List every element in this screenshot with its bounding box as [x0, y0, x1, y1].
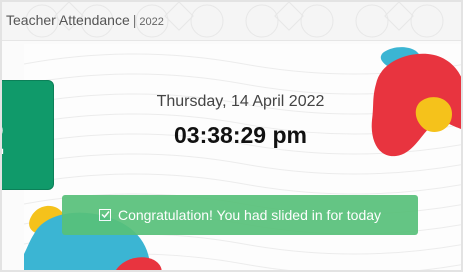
checkbox-icon: [98, 209, 111, 221]
alert-message: Congratulation! You had slided in for to…: [117, 207, 382, 223]
page-title: Teacher Attendance | 2022: [6, 12, 164, 28]
title-separator: |: [132, 12, 137, 28]
app-window: Teacher Attendance | 2022 Thursday, 14 A…: [0, 0, 463, 272]
decorative-blobs: [24, 47, 461, 270]
title-text: Teacher Attendance: [6, 12, 130, 28]
step-number: 2: [2, 111, 23, 165]
header-bar: Teacher Attendance | 2022: [2, 2, 461, 41]
attendance-card: Thursday, 14 April 2022 03:38:29 pm: [24, 44, 461, 270]
current-time: 03:38:29 pm: [174, 122, 307, 148]
success-alert: Congratulation! You had slided in for to…: [62, 195, 418, 235]
title-year: 2022: [139, 16, 164, 28]
step-badge: 2: [2, 80, 54, 190]
current-date: Thursday, 14 April 2022: [156, 93, 325, 110]
